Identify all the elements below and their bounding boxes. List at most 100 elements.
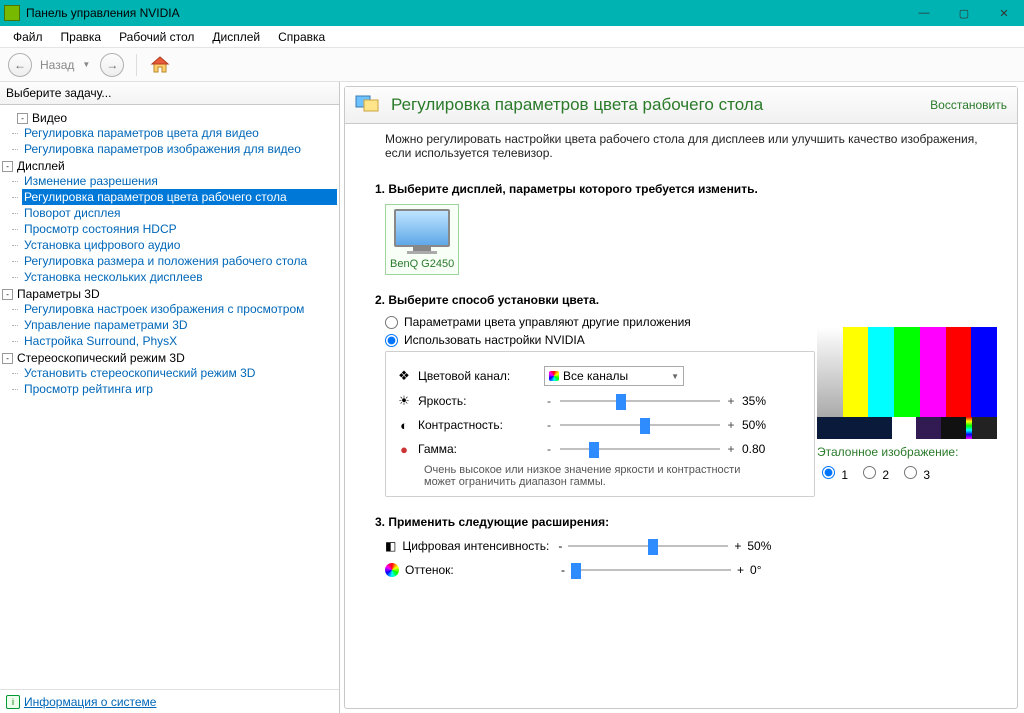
tree-group[interactable]: -Стереоскопический режим 3D bbox=[2, 351, 337, 365]
menu-desktop[interactable]: Рабочий стол bbox=[112, 28, 201, 46]
page-icon bbox=[355, 93, 383, 117]
monitor-icon bbox=[394, 209, 450, 247]
gamma-icon: ● bbox=[396, 441, 412, 457]
group-label: Параметры 3D bbox=[17, 287, 100, 301]
menu-display[interactable]: Дисплей bbox=[205, 28, 267, 46]
collapse-icon[interactable]: - bbox=[17, 113, 28, 124]
tree-item[interactable]: Регулировка параметров изображения для в… bbox=[22, 141, 337, 157]
brightness-slider[interactable] bbox=[560, 392, 720, 410]
menu-help[interactable]: Справка bbox=[271, 28, 332, 46]
toolbar: ← Назад ▼ → bbox=[0, 48, 1024, 82]
monitor-label: BenQ G2450 bbox=[390, 258, 454, 270]
back-button[interactable]: ← bbox=[8, 53, 32, 77]
radio-nvidia-input[interactable] bbox=[385, 334, 398, 347]
hue-label: Оттенок: bbox=[405, 563, 555, 577]
tree-item[interactable]: Установка цифрового аудио bbox=[22, 237, 337, 253]
gamma-note: Очень высокое или низкое значение яркост… bbox=[424, 464, 764, 488]
tree-item[interactable]: Регулировка настроек изображения с просм… bbox=[22, 301, 337, 317]
task-header: Выберите задачу... bbox=[0, 82, 339, 105]
channel-value: Все каналы bbox=[563, 369, 628, 383]
chevron-down-icon: ▼ bbox=[671, 372, 679, 381]
collapse-icon[interactable]: - bbox=[2, 353, 13, 364]
tree-group[interactable]: -Параметры 3D bbox=[2, 287, 337, 301]
ref-opt-1[interactable]: 1 bbox=[817, 463, 848, 482]
page-description: Можно регулировать настройки цвета рабоч… bbox=[345, 124, 1017, 160]
tree-group[interactable]: -Дисплей bbox=[2, 159, 337, 173]
preview-label: Эталонное изображение: bbox=[817, 445, 997, 459]
close-button[interactable]: ✕ bbox=[984, 0, 1024, 26]
channel-select[interactable]: Все каналы ▼ bbox=[544, 366, 684, 386]
ref-image-radios: 1 2 3 bbox=[817, 463, 997, 482]
step1-title: 1. Выберите дисплей, параметры которого … bbox=[375, 182, 1003, 196]
minimize-button[interactable]: — bbox=[904, 0, 944, 26]
brightness-value: 35% bbox=[742, 394, 782, 408]
info-icon: i bbox=[6, 695, 20, 709]
nvidia-icon bbox=[4, 5, 20, 21]
collapse-icon[interactable]: - bbox=[2, 289, 13, 300]
hue-icon bbox=[385, 563, 399, 577]
menubar: Файл Правка Рабочий стол Дисплей Справка bbox=[0, 26, 1024, 48]
gamma-slider[interactable] bbox=[560, 440, 720, 458]
preview-panel: Эталонное изображение: 1 2 3 bbox=[817, 327, 997, 482]
vibrance-value: 50% bbox=[747, 539, 771, 553]
group-label: Дисплей bbox=[17, 159, 65, 173]
tree-item[interactable]: Регулировка размера и положения рабочего… bbox=[22, 253, 337, 269]
channel-icon: ❖ bbox=[396, 368, 412, 384]
contrast-label: Контрастность: bbox=[418, 418, 538, 432]
app-window: Панель управления NVIDIA — ▢ ✕ Файл Прав… bbox=[0, 0, 1024, 713]
menu-file[interactable]: Файл bbox=[6, 28, 50, 46]
back-dropdown-icon[interactable]: ▼ bbox=[82, 60, 90, 69]
tree-item[interactable]: Просмотр состояния HDCP bbox=[22, 221, 337, 237]
step2-title: 2. Выберите способ установки цвета. bbox=[375, 293, 1003, 307]
tree-item[interactable]: Регулировка параметров цвета рабочего ст… bbox=[22, 189, 337, 205]
brightness-label: Яркость: bbox=[418, 394, 538, 408]
nav-tree: -ВидеоРегулировка параметров цвета для в… bbox=[0, 105, 339, 689]
color-settings-group: ❖ Цветовой канал: Все каналы ▼ ☀ Яркость… bbox=[385, 351, 815, 497]
tree-item[interactable]: Установить стереоскопический режим 3D bbox=[22, 365, 337, 381]
radio-nvidia-label: Использовать настройки NVIDIA bbox=[404, 333, 585, 347]
menu-edit[interactable]: Правка bbox=[54, 28, 109, 46]
contrast-icon: ◐ bbox=[396, 417, 412, 433]
tree-item[interactable]: Поворот дисплея bbox=[22, 205, 337, 221]
toolbar-separator bbox=[136, 54, 137, 76]
tree-item[interactable]: Изменение разрешения bbox=[22, 173, 337, 189]
monitor-selector[interactable]: BenQ G2450 bbox=[385, 204, 459, 275]
vibrance-slider[interactable] bbox=[568, 537, 728, 555]
hue-value: 0° bbox=[750, 563, 761, 577]
ref-opt-3[interactable]: 3 bbox=[899, 463, 930, 482]
collapse-icon[interactable]: - bbox=[2, 161, 13, 172]
all-channels-icon bbox=[549, 371, 559, 381]
vibrance-icon: ◧ bbox=[385, 539, 396, 553]
tree-item[interactable]: Установка нескольких дисплеев bbox=[22, 269, 337, 285]
gamma-value: 0.80 bbox=[742, 442, 782, 456]
brightness-icon: ☀ bbox=[396, 393, 412, 409]
tree-item[interactable]: Управление параметрами 3D bbox=[22, 317, 337, 333]
restore-link[interactable]: Восстановить bbox=[930, 98, 1007, 112]
system-info-link[interactable]: Информация о системе bbox=[24, 695, 156, 709]
page-title: Регулировка параметров цвета рабочего ст… bbox=[391, 95, 930, 115]
color-bars bbox=[817, 327, 997, 417]
radio-other-label: Параметрами цвета управляют другие прило… bbox=[404, 315, 691, 329]
radio-other-input[interactable] bbox=[385, 316, 398, 329]
tree-item[interactable]: Регулировка параметров цвета для видео bbox=[22, 125, 337, 141]
step3-title: 3. Применить следующие расширения: bbox=[375, 515, 1003, 529]
group-label: Видео bbox=[32, 111, 67, 125]
hue-slider[interactable] bbox=[571, 561, 731, 579]
back-label: Назад bbox=[40, 58, 74, 72]
sidebar: Выберите задачу... -ВидеоРегулировка пар… bbox=[0, 82, 340, 713]
page-frame: Регулировка параметров цвета рабочего ст… bbox=[344, 86, 1018, 709]
forward-button[interactable]: → bbox=[100, 53, 124, 77]
page-header: Регулировка параметров цвета рабочего ст… bbox=[345, 87, 1017, 124]
tree-item[interactable]: Настройка Surround, PhysX bbox=[22, 333, 337, 349]
tree-group[interactable]: -Видео bbox=[2, 111, 337, 125]
contrast-slider[interactable] bbox=[560, 416, 720, 434]
maximize-button[interactable]: ▢ bbox=[944, 0, 984, 26]
tree-item[interactable]: Просмотр рейтинга игр bbox=[22, 381, 337, 397]
contrast-value: 50% bbox=[742, 418, 782, 432]
ref-opt-2[interactable]: 2 bbox=[858, 463, 889, 482]
titlebar: Панель управления NVIDIA — ▢ ✕ bbox=[0, 0, 1024, 26]
home-button[interactable] bbox=[149, 54, 171, 76]
main-panel: Регулировка параметров цвета рабочего ст… bbox=[340, 82, 1024, 713]
vibrance-label: Цифровая интенсивность: bbox=[402, 539, 552, 553]
color-bars-lower bbox=[817, 417, 997, 439]
